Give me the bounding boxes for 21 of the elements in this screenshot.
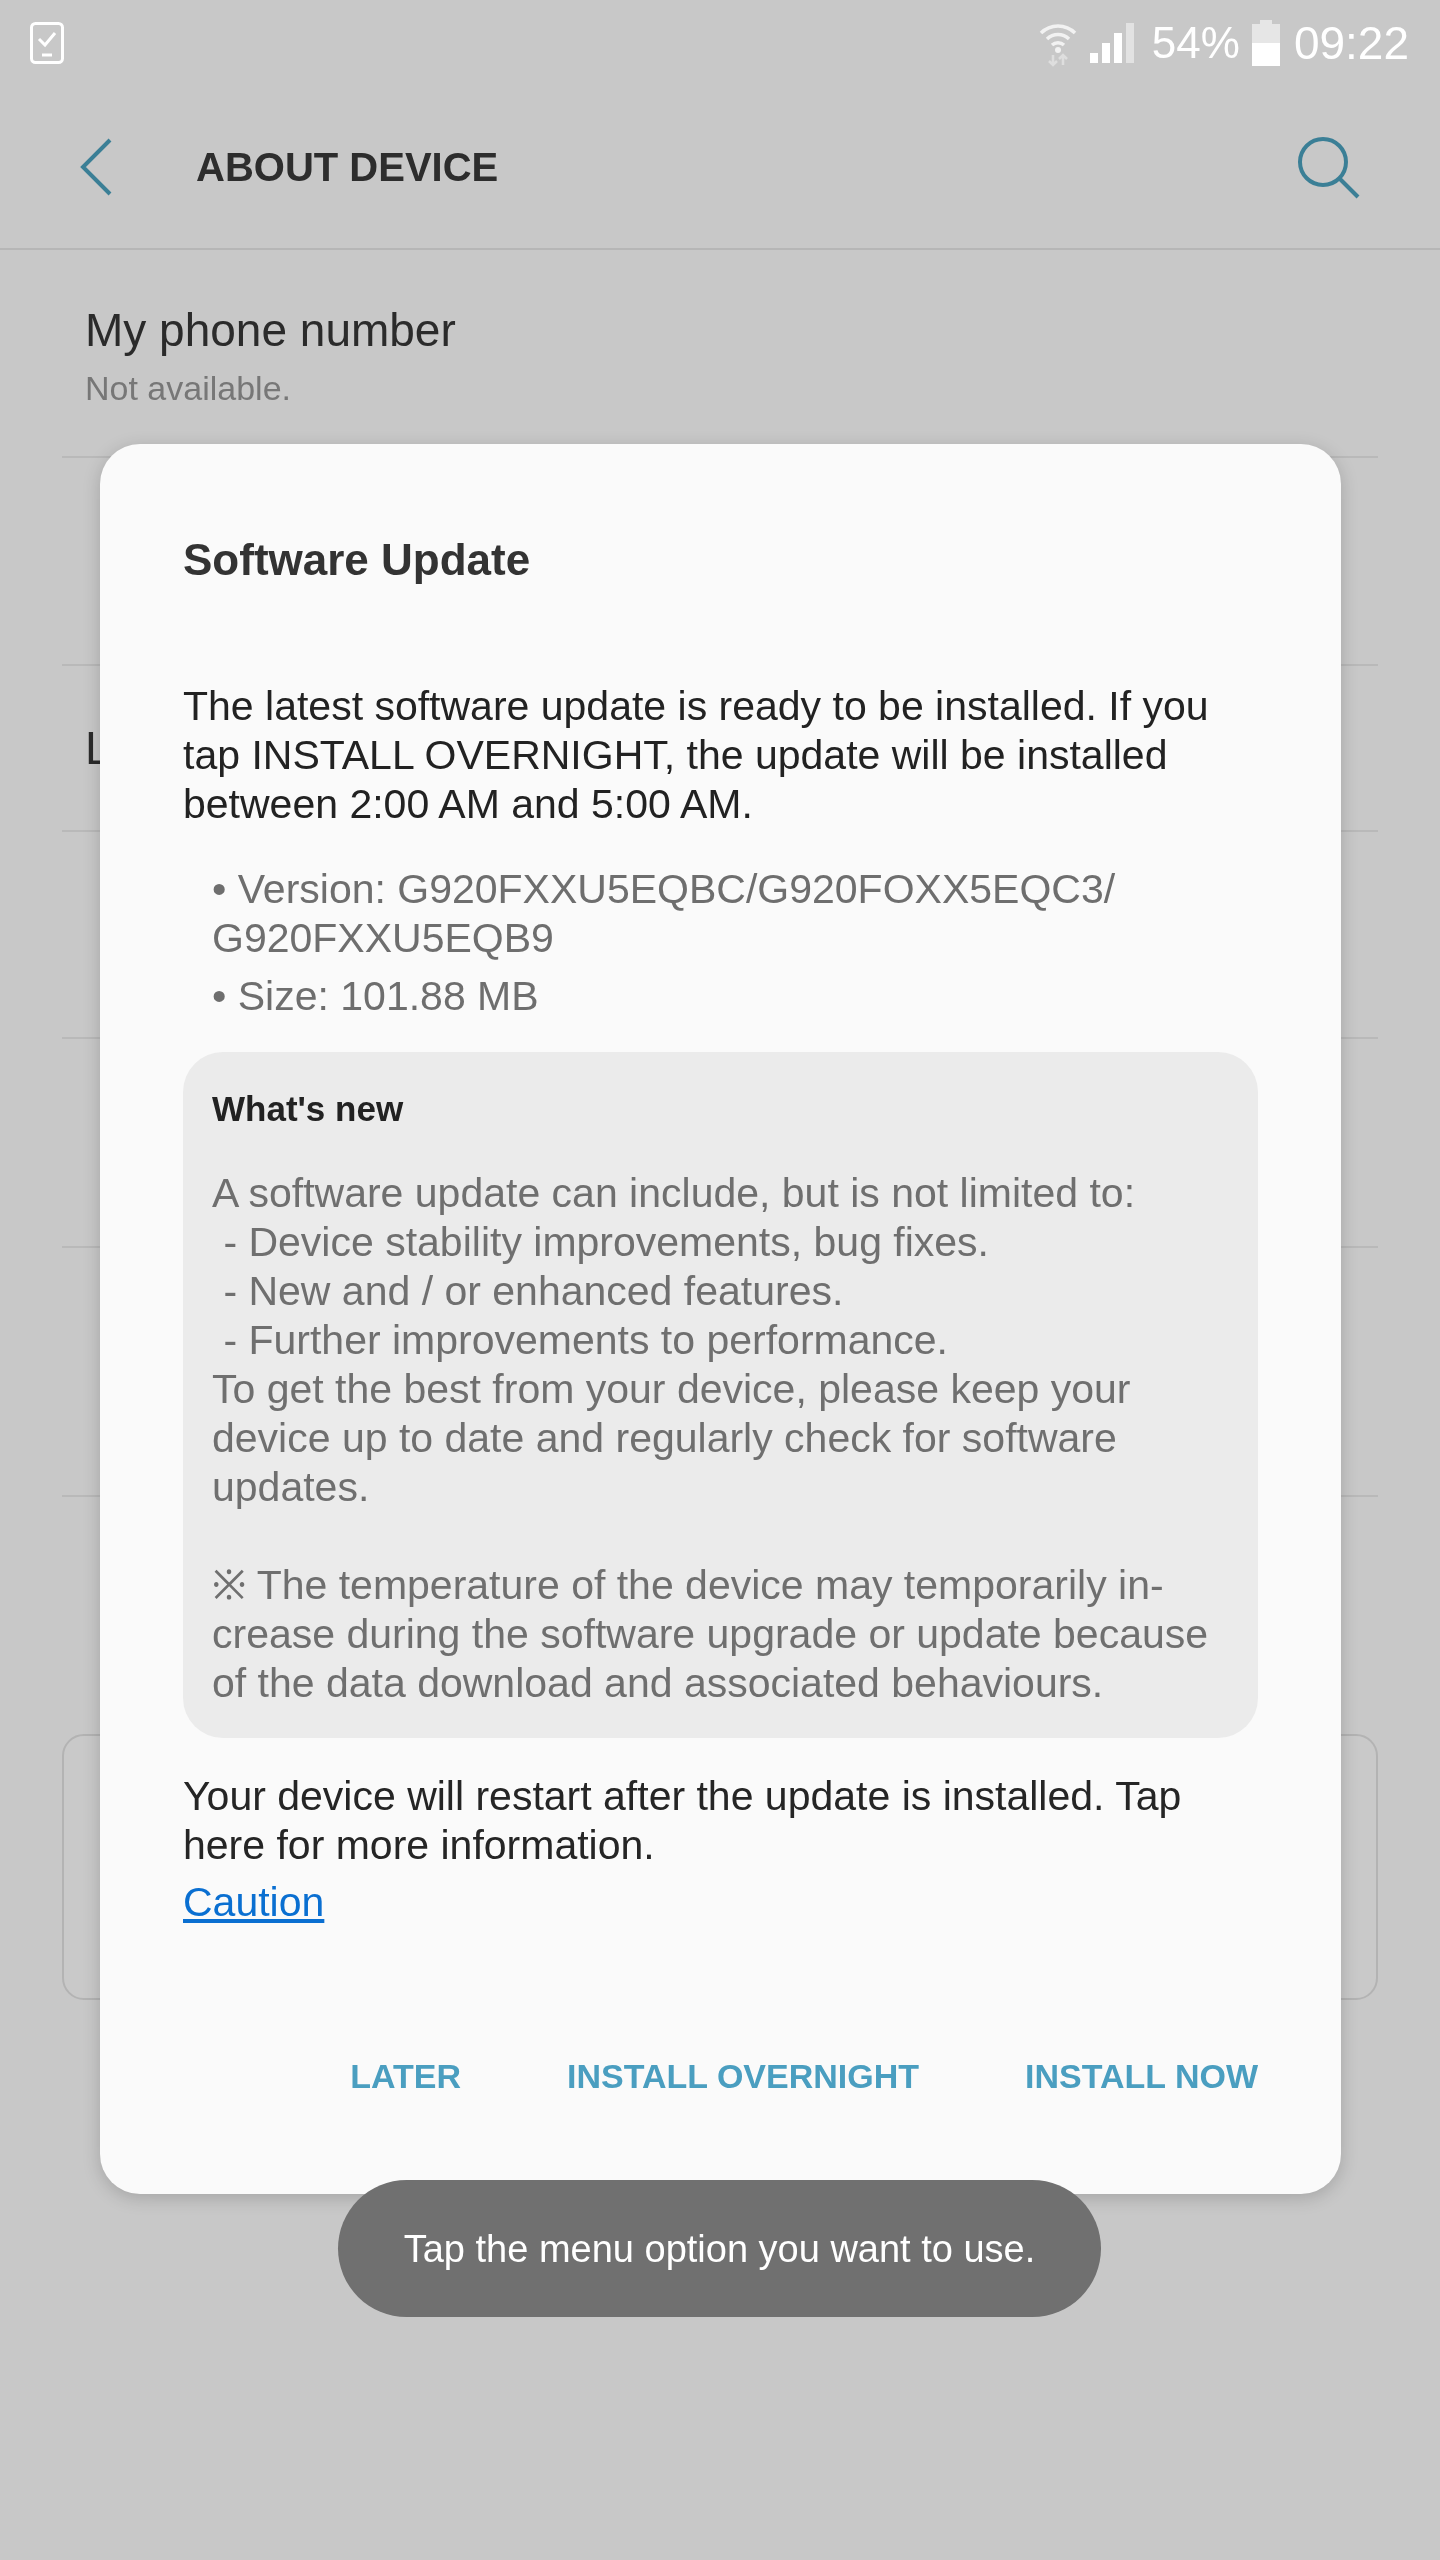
update-detail: • Version: G920FXXU5EQBC/G920FOXX5EQC3/G920FXXU5EQB9 [212, 865, 1117, 963]
dialog-button[interactable]: INSTALL OVERNIGHT [567, 2052, 920, 2101]
back-icon[interactable] [80, 138, 112, 196]
dialog-button[interactable]: INSTALL NOW [1025, 2052, 1258, 2101]
signal-icon [1089, 23, 1134, 63]
caution-link[interactable]: Caution [183, 1878, 325, 1927]
update-detail: • Size: 101.88 MB [212, 972, 540, 1021]
dialog-title: Software Update [183, 534, 531, 586]
restart-notice: Your device will restart after the update is installed. Tap here for more information. [183, 1772, 1183, 1870]
toast-message: Tap the menu option you want to use. [338, 2180, 1101, 2317]
device-check-icon [30, 22, 64, 64]
dialog-button[interactable]: LATER [350, 2052, 462, 2101]
setting-title: My phone number [85, 303, 456, 358]
search-icon[interactable] [1296, 135, 1360, 199]
page-title: ABOUT DEVICE [196, 144, 499, 191]
whats-new-title: What's new [212, 1088, 404, 1130]
temperature-note: ※ The temperature of the device may temporarily in-crease during the software upgrade or update because of the data download and associated behaviours. [212, 1561, 1210, 1708]
dialog-message: The latest software update is ready to be installed. If you tap INSTALL OVERNIGHT, the update will be installed between 2:00 AM and 5:00 AM. [183, 682, 1210, 829]
battery-icon [1251, 20, 1280, 66]
whats-new-description: A software update can include, but is not limited to: - Device stability improvements, bug fixes. - New and / or enhanced features. - Further improvements to performance. To get the best from your device, please keep your device up to date and regularly check for software updates. [212, 1169, 1137, 1512]
setting-subtitle: Not available. [85, 368, 291, 409]
